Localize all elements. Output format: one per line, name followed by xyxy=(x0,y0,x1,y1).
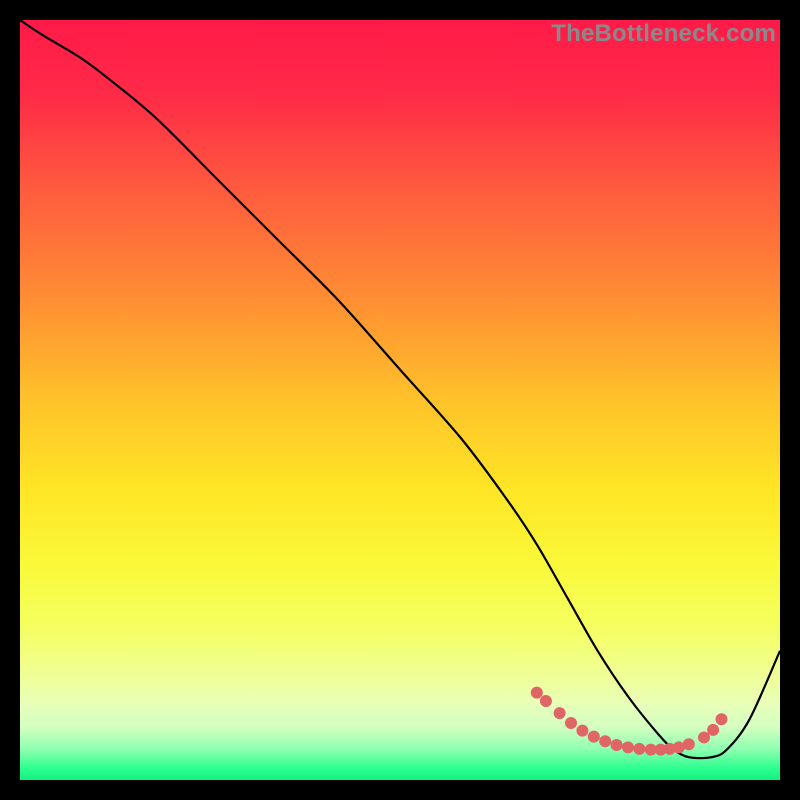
marker-dot xyxy=(707,724,719,736)
plot-area: TheBottleneck.com xyxy=(20,20,780,780)
marker-dot xyxy=(683,738,695,750)
marker-dot xyxy=(540,695,552,707)
marker-dot xyxy=(588,731,600,743)
watermark-text: TheBottleneck.com xyxy=(551,20,776,48)
marker-dot xyxy=(622,741,634,753)
chart-svg xyxy=(20,20,780,780)
marker-dot xyxy=(554,707,566,719)
marker-dot xyxy=(599,735,611,747)
marker-dot xyxy=(633,743,645,755)
gradient-rect xyxy=(20,20,780,780)
marker-dot xyxy=(576,725,588,737)
marker-dot xyxy=(611,739,623,751)
marker-dot xyxy=(531,687,543,699)
marker-dot xyxy=(565,717,577,729)
chart-container: TheBottleneck.com xyxy=(0,0,800,800)
marker-dot xyxy=(715,713,727,725)
